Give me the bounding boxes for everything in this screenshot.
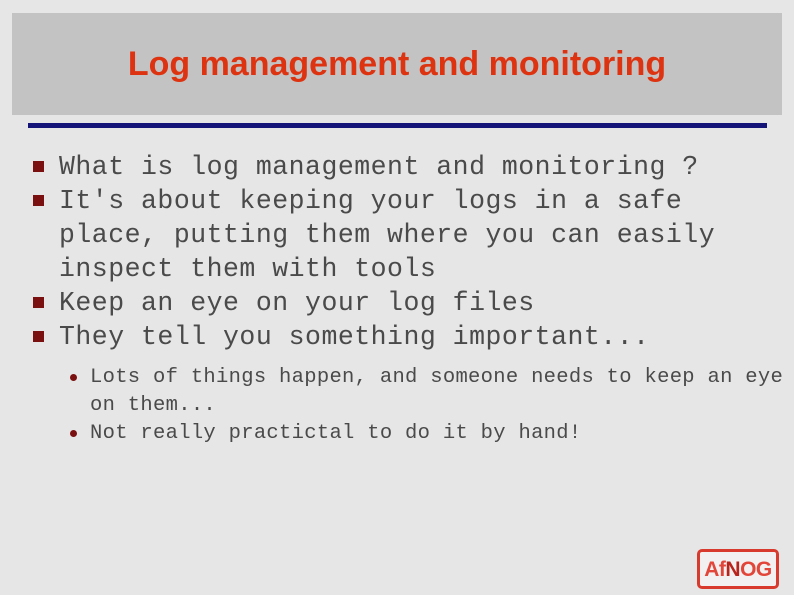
afnog-logo-text: AfNOG <box>704 559 772 580</box>
list-item: What is log management and monitoring ? <box>0 150 794 184</box>
title-band: Log management and monitoring <box>12 13 782 115</box>
list-item: It's about keeping your logs in a safe p… <box>0 184 794 286</box>
sub-list-item-label: Not really practictal to do it by hand! <box>90 422 582 445</box>
page-title: Log management and monitoring <box>127 45 667 83</box>
bullet-square-icon <box>33 161 44 172</box>
sub-list-item: Not really practictal to do it by hand! <box>0 420 794 448</box>
list-item: Keep an eye on your log files <box>0 286 794 320</box>
bullet-list: What is log management and monitoring ? … <box>0 150 794 448</box>
sub-list-item-label: Lots of things happen, and someone needs… <box>90 366 784 417</box>
list-item-label: Keep an eye on your log files <box>59 288 535 318</box>
afnog-logo: AfNOG <box>697 549 779 589</box>
bullet-square-icon <box>33 195 44 206</box>
list-item-label: What is log management and monitoring ? <box>59 152 699 182</box>
sub-list-item: Lots of things happen, and someone needs… <box>0 364 794 420</box>
bullet-disc-icon <box>70 374 77 381</box>
list-item-label: It's about keeping your logs in a safe p… <box>59 186 732 284</box>
title-divider-rule <box>28 123 767 128</box>
bullet-square-icon <box>33 297 44 308</box>
bullet-square-icon <box>33 331 44 342</box>
list-item-label: They tell you something important... <box>59 322 650 352</box>
slide-canvas: Log management and monitoring What is lo… <box>0 0 794 595</box>
afnog-logo-prefix: Af <box>704 557 726 581</box>
afnog-logo-suffix: OG <box>740 557 772 581</box>
afnog-logo-accent: N <box>725 557 741 581</box>
bullet-disc-icon <box>70 430 77 437</box>
list-item: They tell you something important... <box>0 320 794 354</box>
